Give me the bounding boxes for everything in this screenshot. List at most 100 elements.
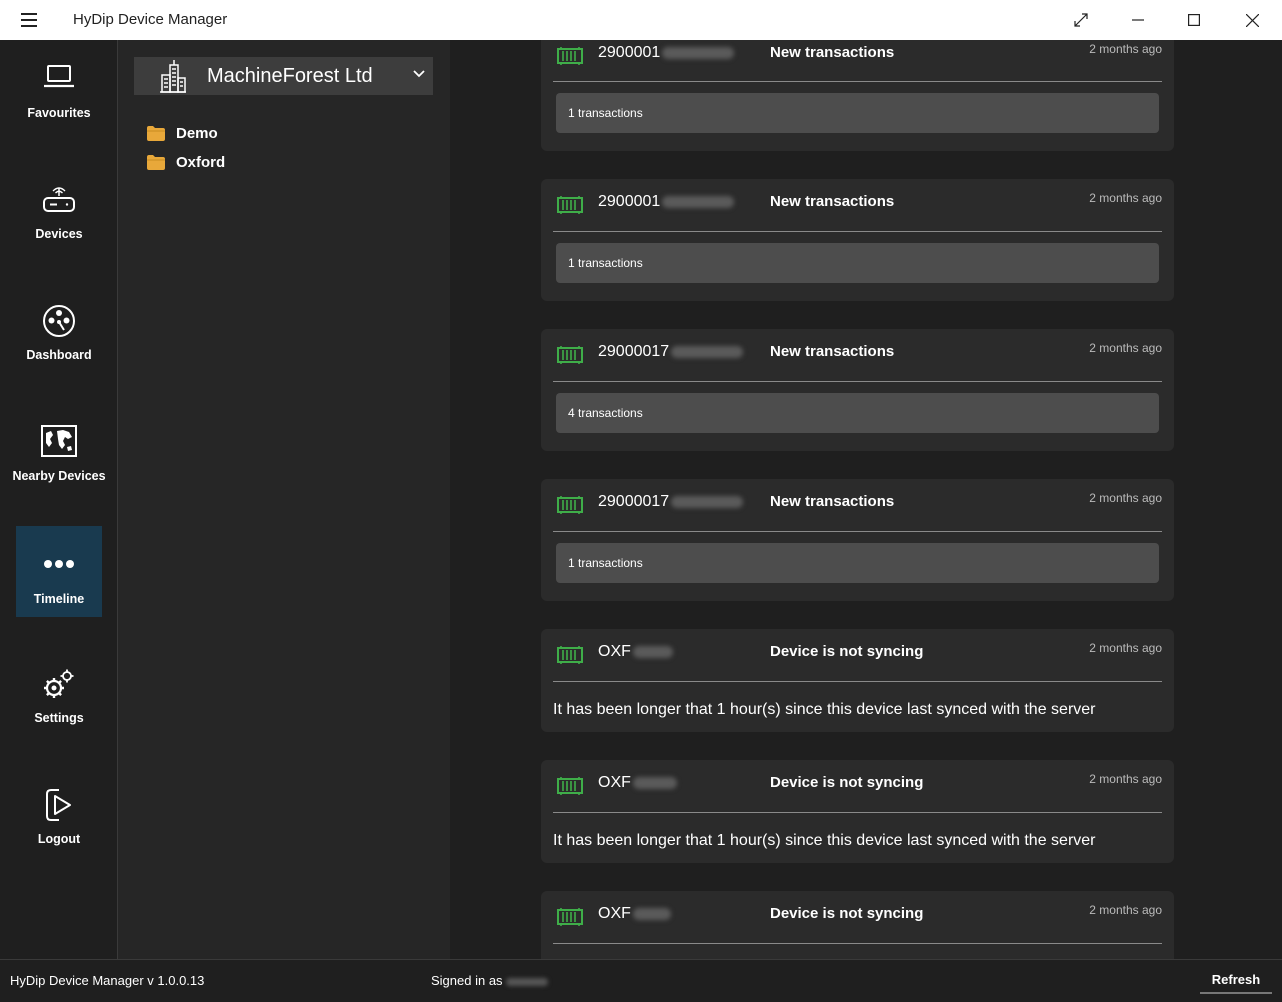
close-icon	[1245, 13, 1259, 27]
transactions-count: 4 transactions	[568, 406, 643, 420]
redacted-text	[632, 907, 671, 920]
redacted-text	[632, 776, 677, 789]
transactions-count: 1 transactions	[568, 256, 643, 270]
timeline-card[interactable]: OXF Device is not syncing 2 months ago	[541, 891, 1174, 959]
device-serial[interactable]: OXF	[598, 905, 671, 923]
timeline-card[interactable]: 29000017 New transactions 2 months ago 4…	[541, 329, 1174, 451]
device-serial[interactable]: OXF	[598, 774, 677, 792]
timeline-feed[interactable]: 2900001 New transactions 2 months ago 1 …	[450, 40, 1282, 959]
divider	[553, 381, 1162, 382]
redacted-text	[662, 195, 735, 208]
minimize-button[interactable]	[1110, 0, 1166, 40]
nav-label: Nearby Devices	[12, 469, 106, 483]
transactions-count: 1 transactions	[568, 556, 643, 570]
device-icon	[557, 496, 583, 514]
timeline-card[interactable]: 2900001 New transactions 2 months ago 1 …	[541, 179, 1174, 301]
folder-icon	[147, 154, 165, 170]
event-time: 2 months ago	[1089, 491, 1162, 505]
timeline-card[interactable]: 29000017 New transactions 2 months ago 1…	[541, 479, 1174, 601]
window-title: HyDip Device Manager	[73, 11, 228, 28]
nav-label: Favourites	[27, 106, 91, 120]
device-serial[interactable]: 29000017	[598, 343, 744, 361]
event-time: 2 months ago	[1089, 341, 1162, 355]
event-time: 2 months ago	[1089, 641, 1162, 655]
title-bar: HyDip Device Manager	[0, 0, 1282, 40]
nav-favourites[interactable]: Favourites	[16, 40, 102, 131]
nav-logout[interactable]: Logout	[16, 766, 102, 857]
divider	[553, 943, 1162, 944]
redacted-text	[662, 46, 735, 59]
event-title: New transactions	[770, 343, 895, 360]
nav-settings[interactable]: Settings	[16, 645, 102, 736]
minimize-icon	[1132, 19, 1144, 21]
nav-devices[interactable]: Devices	[16, 161, 102, 252]
divider	[553, 812, 1162, 813]
nav-label: Devices	[35, 227, 83, 241]
nav-label: Logout	[37, 832, 81, 846]
event-title: New transactions	[770, 44, 895, 61]
timeline-card[interactable]: OXF Device is not syncing 2 months ago I…	[541, 629, 1174, 732]
folder-label: Oxford	[176, 153, 226, 171]
nav-timeline[interactable]: Timeline	[16, 526, 102, 617]
transactions-bar[interactable]: 1 transactions	[556, 93, 1159, 133]
device-icon	[557, 196, 583, 214]
nav-nearby-devices[interactable]: Nearby Devices	[12, 403, 106, 494]
close-button[interactable]	[1224, 0, 1280, 40]
transactions-bar[interactable]: 1 transactions	[556, 243, 1159, 283]
divider	[553, 81, 1162, 82]
event-title: Device is not syncing	[770, 905, 924, 922]
app-version: HyDip Device Manager v 1.0.0.13	[10, 973, 205, 988]
dashboard-icon	[43, 305, 75, 337]
device-serial[interactable]: 2900001	[598, 193, 735, 211]
redacted-text	[505, 977, 548, 986]
nav-label: Settings	[34, 711, 84, 725]
signed-in-status: Signed in as	[431, 973, 548, 988]
folder-pane: MachineForest Ltd Demo Oxford	[117, 40, 451, 960]
folder-item-oxford[interactable]: Oxford	[147, 152, 225, 172]
organisation-select[interactable]: MachineForest Ltd	[134, 57, 433, 95]
event-title: New transactions	[770, 193, 895, 210]
event-time: 2 months ago	[1089, 191, 1162, 205]
nav-dashboard[interactable]: Dashboard	[16, 282, 102, 373]
transactions-bar[interactable]: 1 transactions	[556, 543, 1159, 583]
timeline-card[interactable]: OXF Device is not syncing 2 months ago I…	[541, 760, 1174, 863]
laptop-icon	[44, 65, 74, 88]
event-time: 2 months ago	[1089, 772, 1162, 786]
event-title: Device is not syncing	[770, 643, 924, 660]
transactions-bar[interactable]: 4 transactions	[556, 393, 1159, 433]
event-time: 2 months ago	[1089, 903, 1162, 917]
device-icon	[557, 777, 583, 795]
device-icon	[557, 646, 583, 664]
nav-label: Timeline	[33, 592, 85, 606]
divider	[553, 681, 1162, 682]
maximize-button[interactable]	[1166, 0, 1222, 40]
redacted-text	[632, 645, 673, 658]
gear-icon	[44, 669, 74, 698]
building-icon	[160, 60, 186, 93]
hamburger-menu-icon[interactable]	[21, 13, 37, 27]
device-serial[interactable]: 2900001	[598, 44, 735, 62]
timeline-card[interactable]: 2900001 New transactions 2 months ago 1 …	[541, 40, 1174, 151]
redacted-text	[671, 495, 744, 508]
nav-label: Dashboard	[26, 348, 92, 362]
device-serial[interactable]: OXF	[598, 643, 673, 661]
event-title: New transactions	[770, 493, 895, 510]
folder-item-demo[interactable]: Demo	[147, 123, 218, 143]
device-icon	[557, 908, 583, 926]
device-serial[interactable]: 29000017	[598, 493, 744, 511]
dots-icon	[44, 560, 74, 568]
transactions-count: 1 transactions	[568, 106, 643, 120]
maximize-icon	[1188, 14, 1200, 26]
folder-icon	[147, 125, 165, 141]
nav-rail: Favourites Devices Dashboard Nearby Devi…	[0, 40, 117, 960]
refresh-button[interactable]: Refresh	[1200, 966, 1272, 994]
event-message: It has been longer that 1 hour(s) since …	[553, 701, 1096, 718]
redacted-text	[671, 345, 744, 358]
router-icon	[43, 187, 75, 212]
event-message: It has been longer that 1 hour(s) since …	[553, 832, 1096, 849]
fullscreen-button[interactable]	[1053, 0, 1109, 40]
divider	[553, 531, 1162, 532]
status-bar: HyDip Device Manager v 1.0.0.13 Signed i…	[0, 959, 1282, 1002]
device-icon	[557, 346, 583, 364]
expand-icon	[1074, 13, 1088, 27]
